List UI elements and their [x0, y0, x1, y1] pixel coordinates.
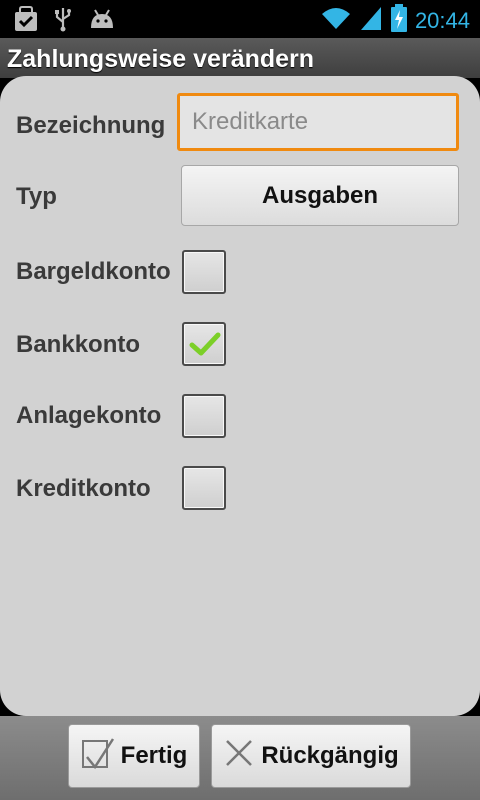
battery-charging-icon — [390, 4, 407, 37]
checkmark-icon — [189, 332, 221, 356]
usb-icon — [54, 6, 72, 37]
status-bar: 20:44 — [0, 0, 480, 38]
name-label: Bezeichnung — [16, 112, 166, 139]
dialog-title: Zahlungsweise verändern — [7, 45, 315, 73]
clock: 20:44 — [414, 7, 470, 33]
checkbox-label-bargeldkonto: Bargeldkonto — [16, 258, 171, 285]
android-icon — [88, 8, 116, 35]
checkbox-label-kreditkonto: Kreditkonto — [16, 475, 151, 502]
done-button[interactable]: Fertig — [68, 724, 200, 788]
undo-button-label: Rückgängig — [261, 742, 399, 769]
close-x-icon — [223, 737, 255, 776]
bottom-button-bar: Fertig Rückgängig — [0, 716, 480, 800]
task-check-icon — [14, 6, 38, 37]
checkbox-label-bankkonto: Bankkonto — [16, 331, 141, 358]
done-button-label: Fertig — [120, 742, 188, 769]
dialog-panel: Bezeichnung Typ Ausgaben Bargeldkonto Ba… — [0, 76, 480, 716]
checkbox-anlagekonto[interactable] — [182, 394, 226, 438]
undo-button[interactable]: Rückgängig — [211, 724, 411, 788]
checkbox-bargeldkonto[interactable] — [182, 250, 226, 294]
name-input[interactable] — [180, 96, 456, 148]
type-label: Typ — [16, 183, 57, 210]
checkbox-kreditkonto[interactable] — [182, 466, 226, 510]
wifi-icon — [321, 6, 351, 35]
checkbox-bankkonto[interactable] — [182, 322, 226, 366]
checkbox-label-anlagekonto: Anlagekonto — [16, 402, 162, 429]
type-spinner[interactable]: Ausgaben — [181, 165, 459, 226]
done-check-icon — [81, 735, 115, 778]
signal-icon — [359, 5, 383, 36]
dialog-title-bar: Zahlungsweise verändern — [0, 38, 480, 78]
name-field-container — [177, 93, 459, 151]
